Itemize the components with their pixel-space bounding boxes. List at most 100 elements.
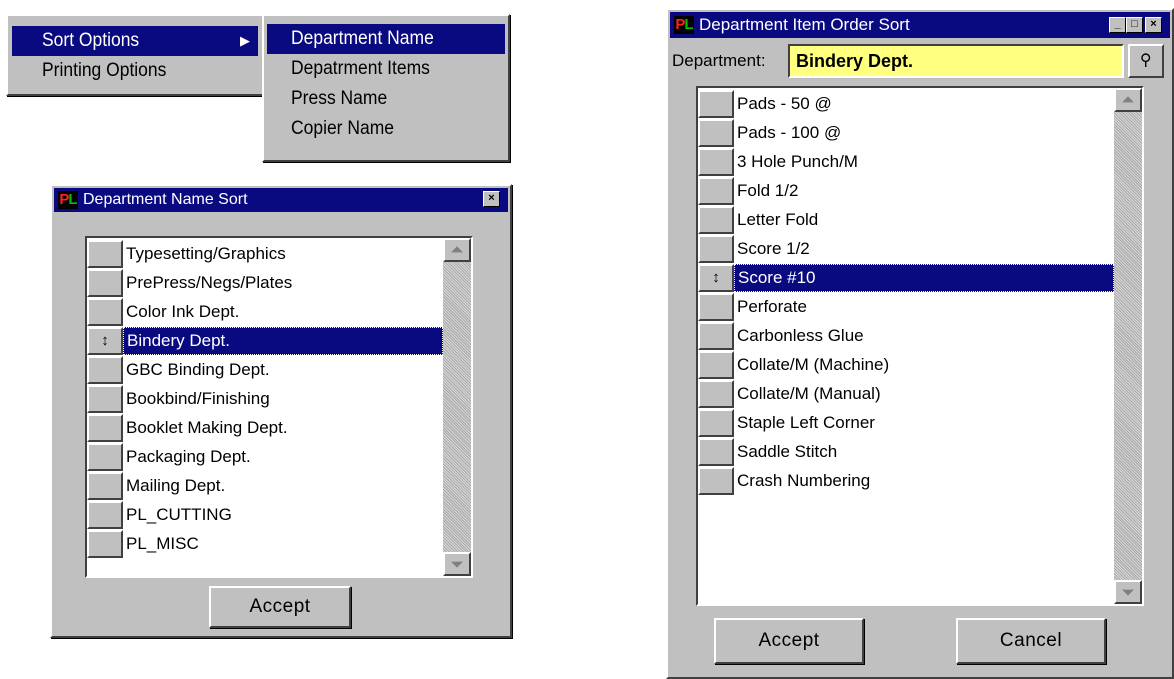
list-item[interactable]: Typesetting/Graphics	[87, 240, 443, 268]
list-item-label: Perforate	[737, 297, 807, 316]
drag-handle[interactable]	[87, 356, 123, 384]
drag-handle-icon[interactable]: ↕	[698, 264, 734, 292]
drag-handle[interactable]	[698, 380, 734, 408]
scroll-down-button[interactable]	[443, 552, 471, 576]
drag-handle[interactable]	[87, 298, 123, 326]
list-item-label: Score #10	[734, 264, 1114, 292]
list-item[interactable]: Fold 1/2	[698, 177, 1114, 205]
list-item-label: Booklet Making Dept.	[126, 418, 288, 437]
vertical-scrollbar[interactable]	[1114, 88, 1142, 604]
list-item[interactable]: Score 1/2	[698, 235, 1114, 263]
drag-handle[interactable]	[698, 177, 734, 205]
list-item[interactable]: Collate/M (Manual)	[698, 380, 1114, 408]
list-item[interactable]: Pads - 100 @	[698, 119, 1114, 147]
sort-submenu: Department Name Depatrment Items Press N…	[262, 14, 510, 162]
drag-handle[interactable]	[698, 148, 734, 176]
drag-handle[interactable]	[87, 472, 123, 500]
list-item[interactable]: Perforate	[698, 293, 1114, 321]
drag-handle[interactable]	[698, 409, 734, 437]
list-item[interactable]: Carbonless Glue	[698, 322, 1114, 350]
cancel-button[interactable]: Cancel	[956, 618, 1106, 664]
minimize-icon[interactable]: _	[1109, 17, 1126, 33]
list-item[interactable]: Booklet Making Dept.	[87, 414, 443, 442]
list-item[interactable]: Mailing Dept.	[87, 472, 443, 500]
drag-handle[interactable]	[87, 269, 123, 297]
submenu-item-label: Department Name	[291, 28, 434, 49]
list-item[interactable]: GBC Binding Dept.	[87, 356, 443, 384]
submenu-item-department-name[interactable]: Department Name	[267, 24, 505, 54]
list-item-label: Staple Left Corner	[737, 413, 875, 432]
department-field[interactable]: Bindery Dept.	[788, 44, 1124, 78]
drag-handle[interactable]	[698, 351, 734, 379]
list-item[interactable]: Letter Fold	[698, 206, 1114, 234]
window-titlebar[interactable]: PL Department Item Order Sort _ □ ×	[670, 12, 1170, 38]
list-item-label: GBC Binding Dept.	[126, 360, 270, 379]
drag-handle[interactable]	[698, 235, 734, 263]
drag-handle-icon[interactable]: ↕	[87, 327, 123, 355]
close-icon[interactable]: ×	[1145, 17, 1162, 33]
window-titlebar[interactable]: PL Department Name Sort ×	[54, 188, 508, 212]
maximize-icon[interactable]: □	[1126, 17, 1143, 33]
department-search-button[interactable]: ⚲	[1128, 44, 1164, 78]
list-item[interactable]: Color Ink Dept.	[87, 298, 443, 326]
list-item[interactable]: Packaging Dept.	[87, 443, 443, 471]
menu-item-label: Printing Options	[42, 60, 167, 81]
list-item-label: Bookbind/Finishing	[126, 389, 270, 408]
list-item-selected[interactable]: ↕ Score #10	[698, 264, 1114, 292]
list-item[interactable]: PL_MISC	[87, 530, 443, 558]
list-item[interactable]: Saddle Stitch	[698, 438, 1114, 466]
list-item[interactable]: Staple Left Corner	[698, 409, 1114, 437]
submenu-item-press-name[interactable]: Press Name	[267, 84, 505, 114]
list-item-selected[interactable]: ↕ Bindery Dept.	[87, 327, 443, 355]
drag-handle[interactable]	[698, 206, 734, 234]
drag-handle[interactable]	[698, 322, 734, 350]
list-item[interactable]: PL_CUTTING	[87, 501, 443, 529]
menu-item-printing-options[interactable]: Printing Options	[12, 56, 258, 86]
menu-item-label: Sort Options	[42, 30, 140, 51]
submenu-item-copier-name[interactable]: Copier Name	[267, 114, 505, 144]
submenu-item-label: Depatrment Items	[291, 58, 430, 79]
magnifier-icon: ⚲	[1139, 52, 1153, 69]
list-item-label: Letter Fold	[737, 210, 819, 229]
list-item-label: Collate/M (Manual)	[737, 384, 881, 403]
drag-handle[interactable]	[87, 530, 123, 558]
scroll-up-button[interactable]	[1114, 88, 1142, 112]
list-item[interactable]: Bookbind/Finishing	[87, 385, 443, 413]
list-item[interactable]: 3 Hole Punch/M	[698, 148, 1114, 176]
list-item-label: Score 1/2	[737, 239, 810, 258]
scroll-down-button[interactable]	[1114, 580, 1142, 604]
list-item[interactable]: Collate/M (Machine)	[698, 351, 1114, 379]
drag-handle[interactable]	[698, 438, 734, 466]
list-item-label: Fold 1/2	[737, 181, 799, 200]
submenu-item-department-items[interactable]: Depatrment Items	[267, 54, 505, 84]
department-field-value: Bindery Dept.	[796, 51, 914, 71]
drag-handle[interactable]	[87, 443, 123, 471]
list-item-label: Pads - 50 @	[737, 94, 832, 113]
arrow-up-icon	[1122, 96, 1134, 103]
list-item-label: 3 Hole Punch/M	[737, 152, 858, 171]
list-item[interactable]: Pads - 50 @	[698, 90, 1114, 118]
list-item[interactable]: Crash Numbering	[698, 467, 1114, 495]
drag-handle[interactable]	[698, 467, 734, 495]
accept-button[interactable]: Accept	[714, 618, 864, 664]
list-item-label: Carbonless Glue	[737, 326, 864, 345]
pl-logo-icon: PL	[58, 191, 78, 209]
window-title: Department Name Sort	[83, 191, 248, 208]
vertical-scrollbar[interactable]	[443, 238, 471, 576]
drag-handle[interactable]	[87, 501, 123, 529]
menu-item-sort-options[interactable]: Sort Options ▶	[12, 26, 258, 56]
close-icon[interactable]: ×	[483, 191, 500, 207]
drag-handle[interactable]	[87, 240, 123, 268]
item-list: Pads - 50 @ Pads - 100 @ 3 Hole Punch/M …	[696, 86, 1144, 606]
main-menu: Sort Options ▶ Printing Options	[6, 14, 264, 96]
drag-handle[interactable]	[87, 414, 123, 442]
drag-handle[interactable]	[698, 90, 734, 118]
drag-handle[interactable]	[698, 119, 734, 147]
list-item-label: Mailing Dept.	[126, 476, 226, 495]
drag-handle[interactable]	[87, 385, 123, 413]
scroll-up-button[interactable]	[443, 238, 471, 262]
drag-handle[interactable]	[698, 293, 734, 321]
accept-button[interactable]: Accept	[209, 586, 351, 628]
item-list-rows: Pads - 50 @ Pads - 100 @ 3 Hole Punch/M …	[698, 90, 1114, 602]
list-item[interactable]: PrePress/Negs/Plates	[87, 269, 443, 297]
